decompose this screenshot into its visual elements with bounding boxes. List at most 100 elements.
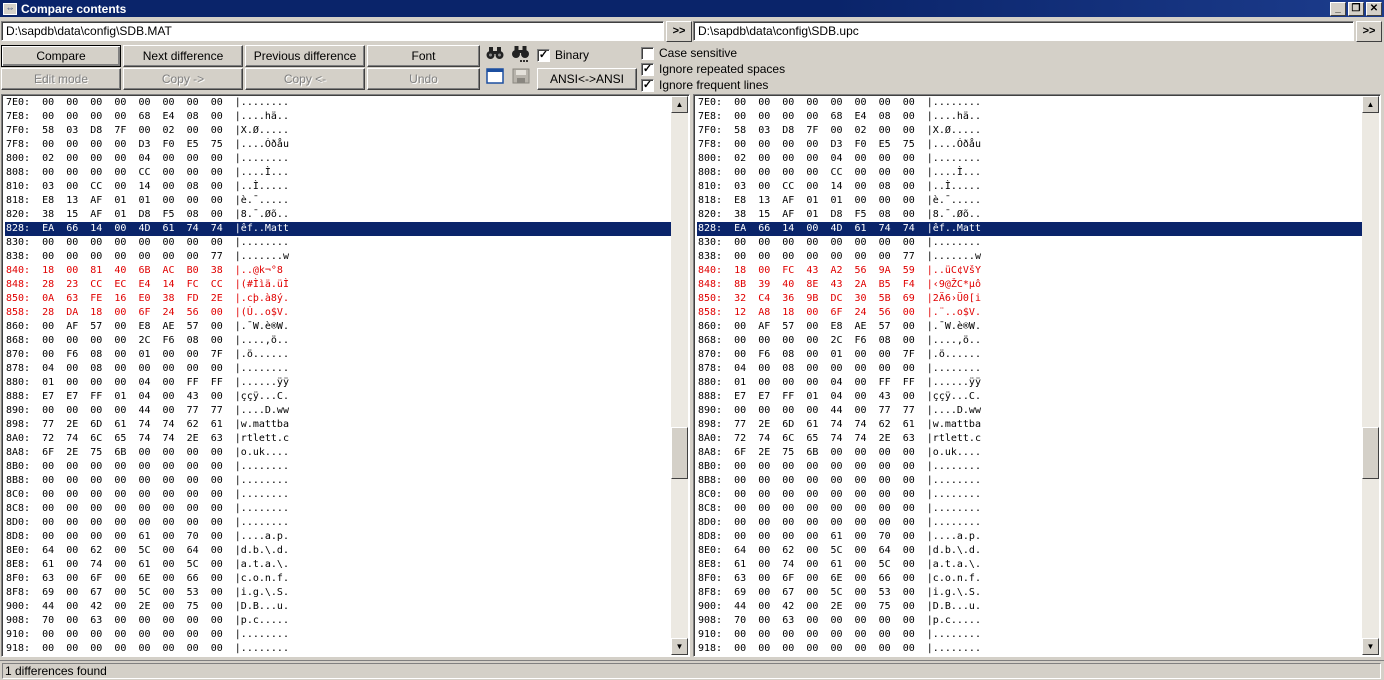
right-scroll-down-icon[interactable]: ▼ bbox=[1362, 638, 1379, 655]
case-sensitive-checkbox[interactable]: Case sensitive bbox=[641, 46, 737, 60]
hex-line[interactable]: 860: 00 AF 57 00 E8 AE 57 00 |.¯W.è®W. bbox=[5, 320, 671, 334]
previous-difference-button[interactable]: Previous difference bbox=[245, 45, 365, 67]
hex-line[interactable]: 8B0: 00 00 00 00 00 00 00 00 |........ bbox=[5, 460, 671, 474]
font-button[interactable]: Font bbox=[367, 45, 480, 67]
right-hex-pane[interactable]: 7E0: 00 00 00 00 00 00 00 00 |........ 7E… bbox=[693, 94, 1381, 657]
next-difference-button[interactable]: Next difference bbox=[123, 45, 243, 67]
hex-line[interactable]: 900: 44 00 42 00 2E 00 75 00 |D.B...u. bbox=[5, 600, 671, 614]
hex-line-diff[interactable]: 840: 18 00 81 40 6B AC B0 38 |..@k¬°8 bbox=[5, 264, 671, 278]
left-scroll-up-icon[interactable]: ▲ bbox=[671, 96, 688, 113]
hex-line[interactable]: 868: 00 00 00 00 2C F6 08 00 |....,ö.. bbox=[5, 334, 671, 348]
hex-line[interactable]: 8D0: 00 00 00 00 00 00 00 00 |........ bbox=[697, 516, 1362, 530]
hex-line[interactable]: 908: 70 00 63 00 00 00 00 00 |p.c..... bbox=[697, 614, 1362, 628]
hex-line[interactable]: 8F0: 63 00 6F 00 6E 00 66 00 |c.o.n.f. bbox=[697, 572, 1362, 586]
minimize-button[interactable]: _ bbox=[1330, 1, 1346, 16]
hex-line[interactable]: 7F8: 00 00 00 00 D3 F0 E5 75 |....Óðåu bbox=[5, 138, 671, 152]
hex-line-diff[interactable]: 840: 18 00 FC 43 A2 56 9A 59 |..üC¢VšY bbox=[697, 264, 1362, 278]
hex-line-selected[interactable]: 828: EA 66 14 00 4D 61 74 74 |êf..Matt bbox=[5, 222, 671, 236]
hex-line[interactable]: 8A0: 72 74 6C 65 74 74 2E 63 |rtlett.c bbox=[5, 432, 671, 446]
hex-line-diff[interactable]: 858: 12 A8 18 00 6F 24 56 00 |.¨..o$V. bbox=[697, 306, 1362, 320]
hex-line[interactable]: 7F0: 58 03 D8 7F 00 02 00 00 |X.Ø..... bbox=[697, 124, 1362, 138]
hex-line[interactable]: 878: 04 00 08 00 00 00 00 00 |........ bbox=[697, 362, 1362, 376]
left-browse-button[interactable]: >> bbox=[666, 21, 692, 42]
hex-line[interactable]: 860: 00 AF 57 00 E8 AE 57 00 |.¯W.è®W. bbox=[697, 320, 1362, 334]
left-vertical-scrollbar[interactable]: ▲ ▼ bbox=[671, 96, 688, 655]
hex-line[interactable]: 898: 77 2E 6D 61 74 74 62 61 |w.mattba bbox=[5, 418, 671, 432]
right-browse-button[interactable]: >> bbox=[1356, 21, 1382, 42]
hex-line[interactable]: 830: 00 00 00 00 00 00 00 00 |........ bbox=[5, 236, 671, 250]
hex-line[interactable]: 910: 00 00 00 00 00 00 00 00 |........ bbox=[697, 628, 1362, 642]
hex-line[interactable]: 8C8: 00 00 00 00 00 00 00 00 |........ bbox=[5, 502, 671, 516]
hex-line[interactable]: 878: 04 00 08 00 00 00 00 00 |........ bbox=[5, 362, 671, 376]
hex-line[interactable]: 898: 77 2E 6D 61 74 74 62 61 |w.mattba bbox=[697, 418, 1362, 432]
edit-mode-button[interactable]: Edit mode bbox=[1, 68, 121, 90]
hex-line[interactable]: 8E8: 61 00 74 00 61 00 5C 00 |a.t.a.\. bbox=[697, 558, 1362, 572]
hex-line[interactable]: 8F8: 69 00 67 00 5C 00 53 00 |i.g.\.S. bbox=[697, 586, 1362, 600]
hex-line[interactable]: 820: 38 15 AF 01 D8 F5 08 00 |8.¯.Øõ.. bbox=[697, 208, 1362, 222]
copy-left-button[interactable]: Copy <- bbox=[245, 68, 365, 90]
hex-line[interactable]: 8E8: 61 00 74 00 61 00 5C 00 |a.t.a.\. bbox=[5, 558, 671, 572]
hex-line[interactable]: 900: 44 00 42 00 2E 00 75 00 |D.B...u. bbox=[697, 600, 1362, 614]
hex-line[interactable]: 7E0: 00 00 00 00 00 00 00 00 |........ bbox=[697, 96, 1362, 110]
hex-line-diff[interactable]: 850: 32 C4 36 9B DC 30 5B 69 |2Ä6›Ü0[i bbox=[697, 292, 1362, 306]
hex-line-diff[interactable]: 850: 0A 63 FE 16 E0 38 FD 2E |.cþ.à8ý. bbox=[5, 292, 671, 306]
hex-line[interactable]: 800: 02 00 00 00 04 00 00 00 |........ bbox=[697, 152, 1362, 166]
hex-line-diff[interactable]: 848: 8B 39 40 8E 43 2A B5 F4 |‹9@ŽC*µô bbox=[697, 278, 1362, 292]
hex-line[interactable]: 808: 00 00 00 00 CC 00 00 00 |....Ì... bbox=[697, 166, 1362, 180]
hex-line[interactable]: 910: 00 00 00 00 00 00 00 00 |........ bbox=[5, 628, 671, 642]
hex-line[interactable]: 918: 00 00 00 00 00 00 00 00 |........ bbox=[697, 642, 1362, 656]
hex-line[interactable]: 8D8: 00 00 00 00 61 00 70 00 |....a.p. bbox=[5, 530, 671, 544]
hex-line-diff[interactable]: 848: 28 23 CC EC E4 14 FC CC |(#Ììä.üÌ bbox=[5, 278, 671, 292]
hex-line[interactable]: 8D8: 00 00 00 00 61 00 70 00 |....a.p. bbox=[697, 530, 1362, 544]
hex-line[interactable]: 918: 00 00 00 00 00 00 00 00 |........ bbox=[5, 642, 671, 656]
hex-line[interactable]: 8B0: 00 00 00 00 00 00 00 00 |........ bbox=[697, 460, 1362, 474]
undo-button[interactable]: Undo bbox=[367, 68, 480, 90]
restore-button[interactable]: ❐ bbox=[1348, 1, 1364, 16]
hex-line[interactable]: 830: 00 00 00 00 00 00 00 00 |........ bbox=[697, 236, 1362, 250]
hex-line[interactable]: 820: 38 15 AF 01 D8 F5 08 00 |8.¯.Øõ.. bbox=[5, 208, 671, 222]
ignore-repeated-spaces-checkbox[interactable]: ✓ Ignore repeated spaces bbox=[641, 62, 785, 76]
hex-line[interactable]: 8C8: 00 00 00 00 00 00 00 00 |........ bbox=[697, 502, 1362, 516]
hex-line[interactable]: 8F0: 63 00 6F 00 6E 00 66 00 |c.o.n.f. bbox=[5, 572, 671, 586]
right-scroll-up-icon[interactable]: ▲ bbox=[1362, 96, 1379, 113]
left-scroll-thumb[interactable] bbox=[671, 427, 688, 479]
hex-line[interactable]: 888: E7 E7 FF 01 04 00 43 00 |ççÿ...C. bbox=[697, 390, 1362, 404]
hex-line[interactable]: 838: 00 00 00 00 00 00 00 77 |.......w bbox=[5, 250, 671, 264]
ignore-frequent-lines-checkbox[interactable]: ✓ Ignore frequent lines bbox=[641, 78, 768, 92]
hex-line[interactable]: 880: 01 00 00 00 04 00 FF FF |......ÿÿ bbox=[5, 376, 671, 390]
hex-line[interactable]: 7F0: 58 03 D8 7F 00 02 00 00 |X.Ø..... bbox=[5, 124, 671, 138]
hex-line[interactable]: 8A8: 6F 2E 75 6B 00 00 00 00 |o.uk.... bbox=[5, 446, 671, 460]
hex-line[interactable]: 890: 00 00 00 00 44 00 77 77 |....D.ww bbox=[697, 404, 1362, 418]
hex-line[interactable]: 890: 00 00 00 00 44 00 77 77 |....D.ww bbox=[5, 404, 671, 418]
hex-line[interactable]: 908: 70 00 63 00 00 00 00 00 |p.c..... bbox=[5, 614, 671, 628]
hex-line[interactable]: 870: 00 F6 08 00 01 00 00 7F |.ö...... bbox=[697, 348, 1362, 362]
hex-line[interactable]: 7E0: 00 00 00 00 00 00 00 00 |........ bbox=[5, 96, 671, 110]
hex-line[interactable]: 810: 03 00 CC 00 14 00 08 00 |..Ì..... bbox=[5, 180, 671, 194]
save-disk-icon[interactable] bbox=[510, 68, 532, 90]
hex-line[interactable]: 880: 01 00 00 00 04 00 FF FF |......ÿÿ bbox=[697, 376, 1362, 390]
hex-line[interactable]: 8D0: 00 00 00 00 00 00 00 00 |........ bbox=[5, 516, 671, 530]
hex-line[interactable]: 7F8: 00 00 00 00 D3 F0 E5 75 |....Óðåu bbox=[697, 138, 1362, 152]
binary-checkbox[interactable]: ✓ Binary bbox=[537, 48, 589, 62]
ansi-conversion-button[interactable]: ANSI<->ANSI bbox=[537, 68, 637, 90]
hex-line[interactable]: 8E0: 64 00 62 00 5C 00 64 00 |d.b.\.d. bbox=[697, 544, 1362, 558]
hex-line[interactable]: 8A8: 6F 2E 75 6B 00 00 00 00 |o.uk.... bbox=[697, 446, 1362, 460]
left-hex-pane[interactable]: 7E0: 00 00 00 00 00 00 00 00 |........ 7E… bbox=[1, 94, 690, 657]
hex-line[interactable]: 8A0: 72 74 6C 65 74 74 2E 63 |rtlett.c bbox=[697, 432, 1362, 446]
left-file-path-input[interactable]: D:\sapdb\data\config\SDB.MAT bbox=[1, 21, 664, 41]
window-view-icon[interactable] bbox=[484, 68, 506, 90]
hex-line[interactable]: 8C0: 00 00 00 00 00 00 00 00 |........ bbox=[697, 488, 1362, 502]
hex-line[interactable]: 7E8: 00 00 00 00 68 E4 08 00 |....hä.. bbox=[697, 110, 1362, 124]
hex-line[interactable]: 7E8: 00 00 00 00 68 E4 08 00 |....hä.. bbox=[5, 110, 671, 124]
hex-line[interactable]: 8E0: 64 00 62 00 5C 00 64 00 |d.b.\.d. bbox=[5, 544, 671, 558]
hex-line[interactable]: 808: 00 00 00 00 CC 00 00 00 |....Ì... bbox=[5, 166, 671, 180]
hex-line[interactable]: 868: 00 00 00 00 2C F6 08 00 |....,ö.. bbox=[697, 334, 1362, 348]
hex-line-selected[interactable]: 828: EA 66 14 00 4D 61 74 74 |êf..Matt bbox=[697, 222, 1362, 236]
right-file-path-input[interactable]: D:\sapdb\data\config\SDB.upc bbox=[693, 21, 1354, 41]
hex-line[interactable]: 870: 00 F6 08 00 01 00 00 7F |.ö...... bbox=[5, 348, 671, 362]
compare-button[interactable]: Compare bbox=[1, 45, 121, 67]
hex-line[interactable]: 8B8: 00 00 00 00 00 00 00 00 |........ bbox=[697, 474, 1362, 488]
hex-line[interactable]: 8C0: 00 00 00 00 00 00 00 00 |........ bbox=[5, 488, 671, 502]
close-button[interactable]: ✕ bbox=[1366, 1, 1382, 16]
hex-line[interactable]: 838: 00 00 00 00 00 00 00 77 |.......w bbox=[697, 250, 1362, 264]
